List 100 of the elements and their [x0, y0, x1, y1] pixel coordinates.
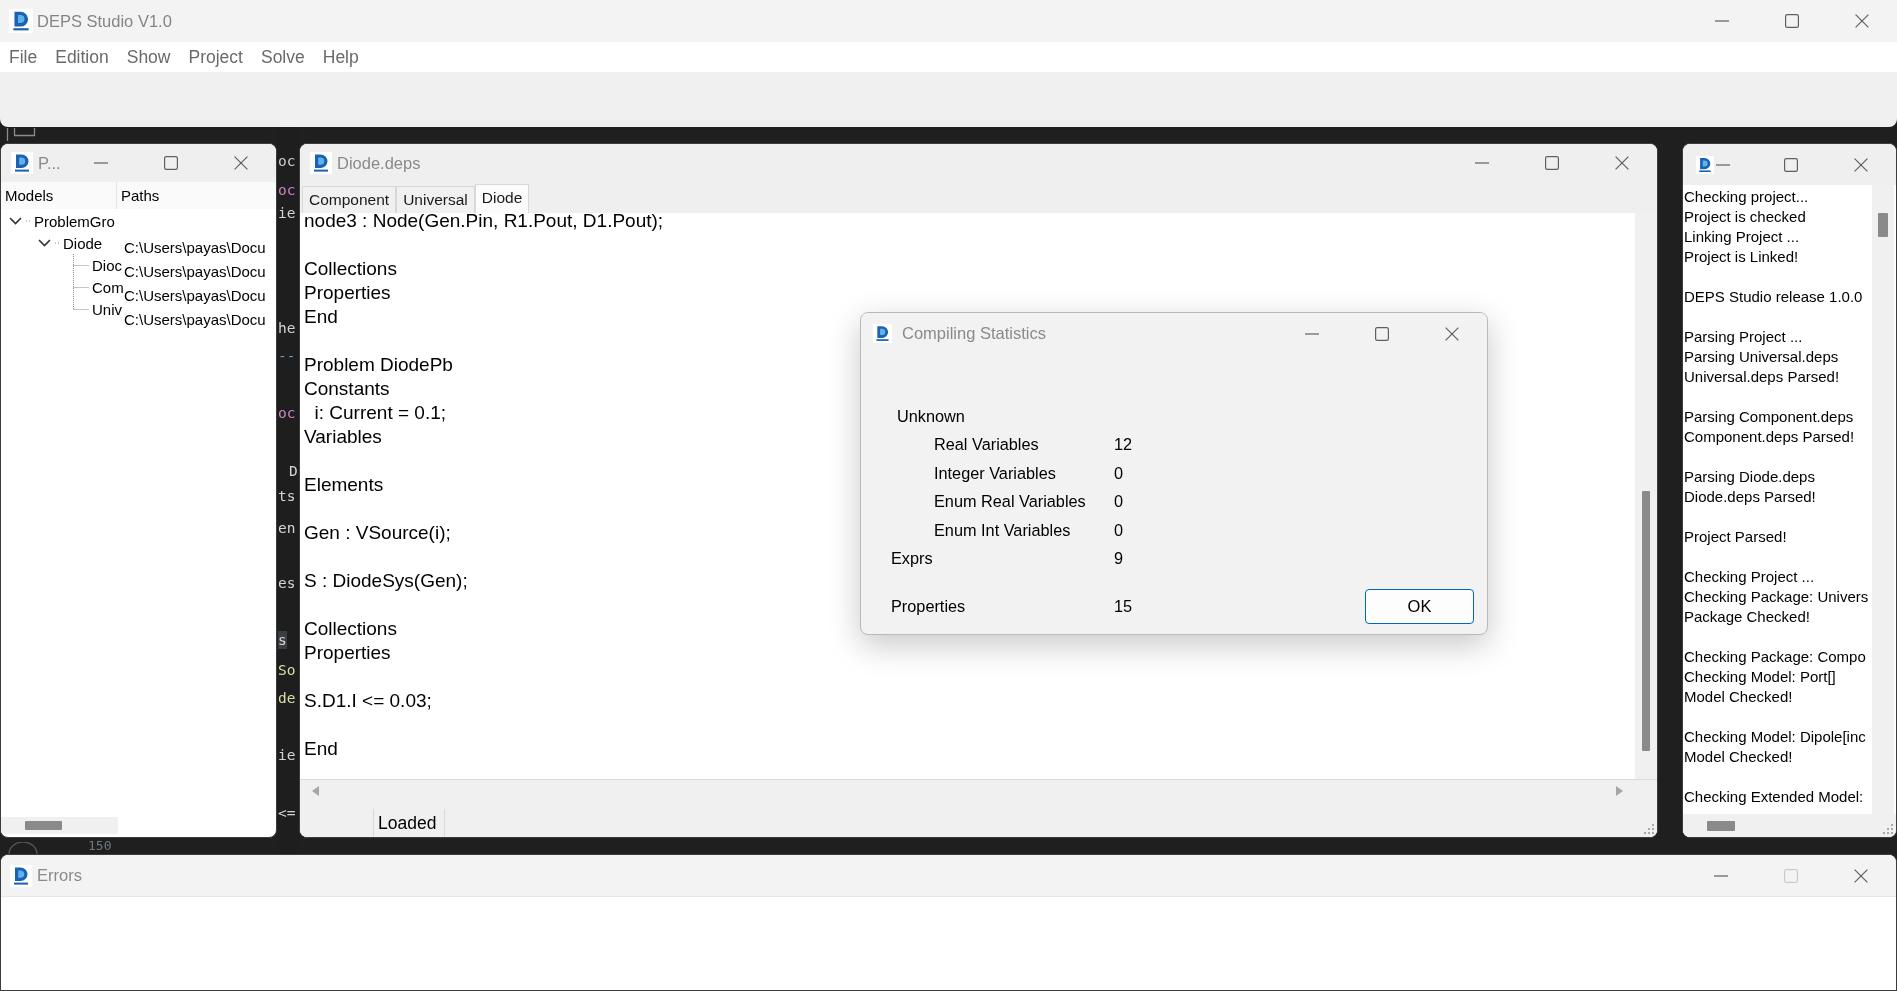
log-line: Universal.deps Parsed!: [1684, 367, 1840, 387]
bracket-icon: [6, 128, 37, 141]
tree-item[interactable]: Com: [92, 278, 124, 296]
minimize-icon[interactable]: [1305, 332, 1319, 335]
code-fragment: --: [278, 347, 296, 365]
code-fragment: ts: [278, 487, 296, 505]
scrollbar-thumb[interactable]: [1642, 491, 1650, 751]
menu-item[interactable]: Solve: [251, 43, 314, 71]
code-line: End: [304, 737, 338, 761]
log-line: DEPS Studio release 1.0.0: [1684, 287, 1863, 307]
code-fragment: he: [278, 319, 296, 337]
path-cell: C:\Users\payas\Docu: [124, 262, 266, 280]
code-line: node3 : Node(Gen.Pin, R1.Pout, D1.Pout);: [304, 213, 664, 233]
tab[interactable]: Universal: [396, 186, 475, 213]
code-fragment: So: [278, 661, 296, 679]
code-line: S : DiodeSys(Gen);: [304, 569, 468, 593]
log-line: Model Checked!: [1684, 687, 1793, 707]
minimize-icon[interactable]: [1714, 874, 1728, 877]
maximize-icon[interactable]: [1545, 156, 1559, 170]
maximize-icon[interactable]: [1375, 326, 1389, 341]
stat-value: 15: [1114, 597, 1133, 616]
stat-value: 0: [1114, 520, 1124, 540]
log-line: Diode.deps Parsed!: [1684, 487, 1816, 507]
ok-button[interactable]: OK: [1365, 589, 1474, 624]
menu-item[interactable]: File: [0, 43, 47, 71]
log-line: Parsing Component.deps: [1684, 407, 1854, 427]
scroll-right-icon[interactable]: [1616, 785, 1623, 796]
close-icon[interactable]: [1854, 868, 1868, 883]
header-cell[interactable]: Models: [1, 182, 117, 209]
code-fragment: D: [289, 462, 298, 480]
log-line: Package Checked!: [1684, 607, 1810, 627]
tree-item[interactable]: Dioc: [92, 256, 122, 274]
maximize-icon[interactable]: [1784, 157, 1798, 172]
close-icon[interactable]: [234, 156, 248, 170]
stat-label: Real Variables: [934, 435, 1040, 455]
window-title: Errors: [37, 866, 82, 885]
chevron-icon[interactable]: [38, 239, 51, 247]
log-line: Component.deps Parsed!: [1684, 427, 1855, 447]
menu-item[interactable]: Help: [313, 43, 368, 71]
code-line: Problem DiodePb: [304, 353, 453, 377]
log-line: Checking Package: Univers: [1684, 587, 1869, 607]
code-fragment: oc: [278, 181, 296, 199]
tab[interactable]: Diode: [474, 184, 530, 213]
tree-item[interactable]: Univ: [92, 300, 122, 318]
logo-icon: [11, 152, 33, 174]
code-fragment: oc: [278, 152, 296, 170]
maximize-icon[interactable]: [1785, 14, 1799, 28]
close-icon[interactable]: [1855, 14, 1869, 28]
tree-connector: [72, 254, 89, 276]
menu-item[interactable]: Project: [179, 43, 252, 71]
header-cell[interactable]: Paths: [117, 182, 160, 209]
tab[interactable]: Component: [302, 186, 397, 213]
code-line: Properties: [304, 641, 391, 665]
window-title: P...: [38, 153, 61, 173]
code-line: Elements: [304, 473, 384, 497]
log-line: Model Checked!: [1684, 747, 1793, 767]
resize-grip-icon[interactable]: [1883, 824, 1893, 834]
close-icon[interactable]: [1445, 326, 1459, 341]
stat-label: Enum Real Variables: [934, 492, 1087, 512]
log-line: Parsing Project ...: [1684, 327, 1803, 347]
log-line: Project is checked: [1684, 207, 1806, 227]
section-heading: Unknown: [897, 406, 965, 426]
scroll-left-icon[interactable]: [312, 785, 319, 796]
code-line: S.D1.I <= 0.03;: [304, 689, 432, 713]
code-fragment: s: [278, 631, 287, 649]
path-cell: C:\Users\payas\Docu: [124, 310, 266, 328]
maximize-icon[interactable]: [164, 156, 178, 170]
log-line: Checking Model: Port[]: [1684, 667, 1836, 687]
log-line: Checking Extended Model:: [1684, 787, 1864, 807]
log-line: Parsing Diode.deps: [1684, 467, 1815, 487]
code-line: Gen : VSource(i);: [304, 521, 451, 545]
close-icon[interactable]: [1854, 157, 1868, 172]
tree-item[interactable]: ProblemGro: [34, 212, 115, 230]
scrollbar-thumb[interactable]: [25, 821, 62, 830]
close-icon[interactable]: [1615, 156, 1629, 170]
window-title: Diode.deps: [337, 153, 421, 173]
log-line: Checking Project ...: [1684, 567, 1815, 587]
stat-value: 9: [1114, 549, 1124, 569]
tree-item[interactable]: Diode: [63, 234, 103, 252]
scrollbar-thumb[interactable]: [1707, 821, 1735, 831]
stat-label: Integer Variables: [934, 463, 1057, 483]
menu-item[interactable]: Edition: [46, 43, 118, 71]
stat-value: 12: [1114, 435, 1133, 455]
logo-icon: [1696, 155, 1714, 174]
stat-label: Enum Int Variables: [934, 520, 1072, 540]
chevron-icon[interactable]: [9, 217, 22, 225]
stat-value: 0: [1114, 492, 1124, 512]
logo-icon: [9, 9, 33, 33]
stat-label: Exprs: [891, 549, 934, 569]
scrollbar-thumb[interactable]: [1878, 213, 1888, 237]
log-line: Checking project...: [1684, 187, 1809, 207]
resize-grip-icon[interactable]: [1644, 824, 1654, 834]
logo-icon: [310, 152, 332, 174]
window-title: Compiling Statistics: [902, 324, 1046, 343]
minimize-icon[interactable]: [1716, 163, 1730, 166]
code-line: i: Current = 0.1;: [313, 401, 447, 425]
code-line: Properties: [304, 281, 391, 305]
menu-item[interactable]: Show: [117, 43, 180, 71]
log-line: Checking Model: Dipole[inc: [1684, 727, 1866, 747]
log-line: Linking Project ...: [1684, 227, 1800, 247]
